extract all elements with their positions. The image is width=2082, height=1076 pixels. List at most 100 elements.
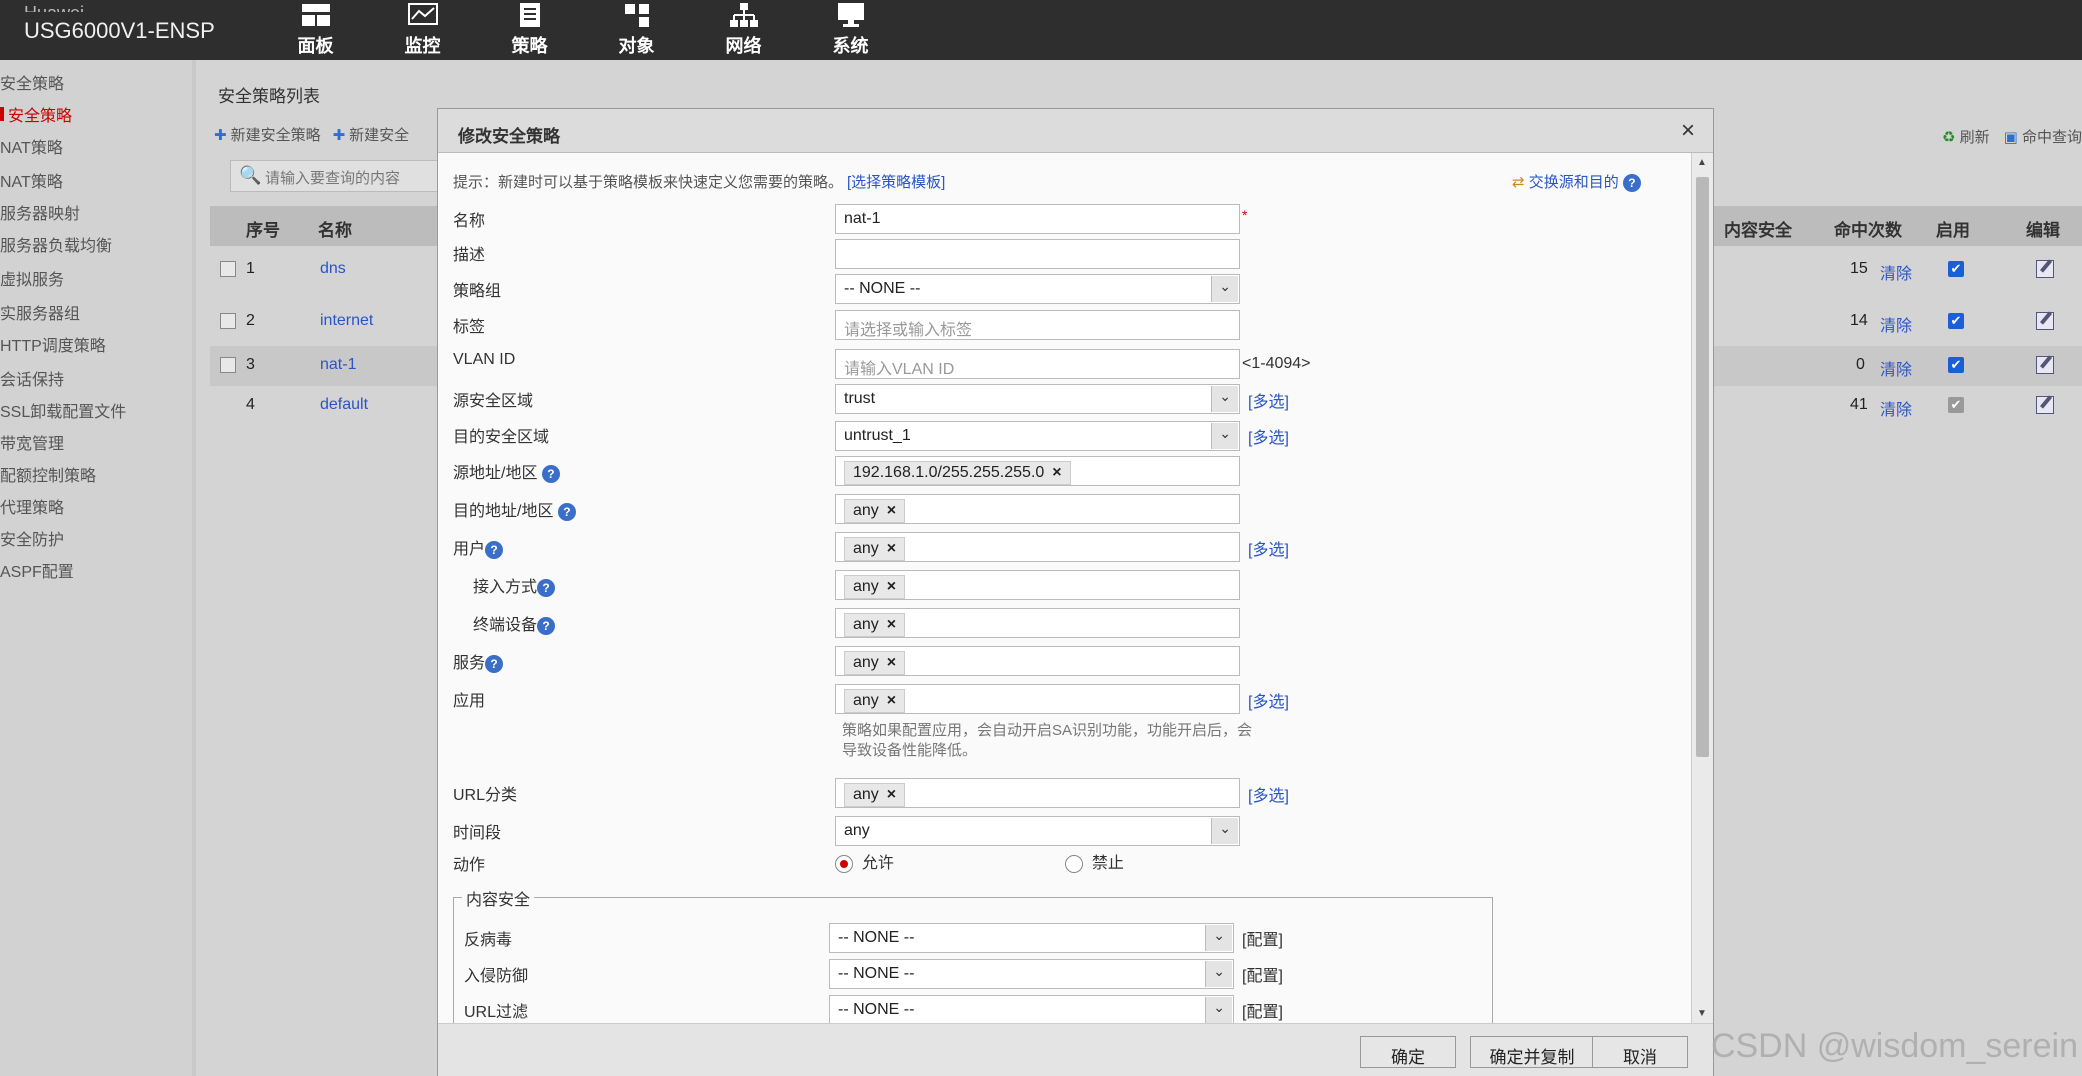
edit-button[interactable] — [2036, 356, 2054, 379]
action-permit-option[interactable]: 允许 — [835, 849, 894, 873]
sidebar-item-server-lb[interactable]: 服务器负载均衡 — [0, 232, 112, 256]
swap-src-dst-link[interactable]: ⇄ 交换源和目的 ? — [1512, 171, 1641, 193]
cancel-button[interactable]: 取消 — [1592, 1036, 1688, 1068]
src-zone-multi-link[interactable]: [多选] — [1248, 388, 1289, 412]
user-multi-link[interactable]: [多选] — [1248, 536, 1289, 560]
new-policy-button[interactable]: ✚ 新建安全策略 — [214, 124, 321, 145]
help-icon[interactable]: ? — [537, 616, 556, 635]
remove-tag-icon[interactable]: × — [887, 502, 896, 519]
edit-button[interactable] — [2036, 312, 2054, 335]
src-address-field[interactable]: 192.168.1.0/255.255.255.0 × — [835, 456, 1240, 486]
remove-tag-icon[interactable]: × — [887, 786, 896, 803]
user-field[interactable]: any × — [835, 532, 1240, 562]
edit-button[interactable] — [2036, 260, 2054, 283]
action-deny-option[interactable]: 禁止 — [1065, 849, 1124, 873]
sidebar-item-security-protection[interactable]: 安全防护 — [0, 526, 64, 550]
hit-query-button[interactable]: ▣ 命中查询 — [2004, 126, 2082, 147]
remove-tag-icon[interactable]: × — [887, 578, 896, 595]
checkbox[interactable] — [220, 312, 236, 329]
enabled-checkbox[interactable]: ✔ — [1948, 356, 1964, 374]
name-field[interactable]: nat-1 — [835, 204, 1240, 234]
nav-object[interactable]: 对象 — [583, 0, 690, 60]
ok-and-copy-button[interactable]: 确定并复制 — [1470, 1036, 1594, 1068]
sidebar-item-aspf[interactable]: ASPF配置 — [0, 558, 74, 582]
dialog-scrollbar[interactable]: ▲ ▼ — [1691, 153, 1713, 1023]
help-icon[interactable]: ? — [485, 654, 504, 673]
remove-tag-icon[interactable]: × — [887, 540, 896, 557]
sidebar-item-quota-policy[interactable]: 配额控制策略 — [0, 462, 96, 486]
url-filter-config-link[interactable]: [配置] — [1242, 998, 1283, 1022]
search-input[interactable]: 🔍 请输入要查询的内容 — [230, 160, 440, 192]
new-policy-group-button[interactable]: ✚ 新建安全 — [333, 124, 410, 145]
checkbox[interactable] — [220, 260, 236, 277]
select-template-link[interactable]: [选择策略模板] — [847, 174, 945, 191]
clear-hits-link[interactable]: 清除 — [1880, 356, 1912, 380]
sidebar-item-virtual-service[interactable]: 虚拟服务 — [0, 266, 64, 290]
vlan-input[interactable]: 请输入VLAN ID — [835, 349, 1240, 379]
clear-hits-link[interactable]: 清除 — [1880, 260, 1912, 284]
row-name-link[interactable]: dns — [320, 260, 346, 278]
remove-tag-icon[interactable]: × — [887, 616, 896, 633]
clear-hits-link[interactable]: 清除 — [1880, 312, 1912, 336]
service-field[interactable]: any × — [835, 646, 1240, 676]
sidebar-item-real-server-group[interactable]: 实服务器组 — [0, 300, 80, 324]
scroll-down-icon[interactable]: ▼ — [1697, 1008, 1707, 1019]
antivirus-select[interactable]: -- NONE -- ⌄ — [829, 923, 1234, 953]
row-name-link[interactable]: internet — [320, 312, 373, 330]
sidebar-item-nat-policy[interactable]: NAT策略 — [0, 168, 63, 192]
sidebar-item-session-persistence[interactable]: 会话保持 — [0, 366, 64, 390]
src-zone-select[interactable]: trust ⌄ — [835, 384, 1240, 414]
close-icon[interactable]: × — [1681, 117, 1695, 145]
remove-tag-icon[interactable]: × — [1052, 464, 1061, 481]
remove-tag-icon[interactable]: × — [887, 654, 896, 671]
enabled-checkbox[interactable]: ✔ — [1948, 260, 1964, 278]
tag-input[interactable]: 请选择或输入标签 — [835, 310, 1240, 340]
scroll-thumb[interactable] — [1696, 177, 1709, 757]
refresh-button[interactable]: ♻ 刷新 — [1942, 126, 1990, 147]
row-checkbox[interactable] — [220, 312, 236, 330]
help-icon[interactable]: ? — [541, 464, 560, 483]
policy-group-select[interactable]: -- NONE -- ⌄ — [835, 274, 1240, 304]
antivirus-config-link[interactable]: [配置] — [1242, 926, 1283, 950]
time-range-select[interactable]: any ⌄ — [835, 816, 1240, 846]
dst-zone-multi-link[interactable]: [多选] — [1248, 424, 1289, 448]
help-icon[interactable]: ? — [557, 502, 576, 521]
nav-monitor[interactable]: 监控 — [369, 0, 476, 60]
scroll-up-icon[interactable]: ▲ — [1697, 157, 1707, 168]
row-name-link[interactable]: default — [320, 396, 368, 414]
help-icon[interactable]: ? — [1622, 174, 1641, 193]
clear-hits-link[interactable]: 清除 — [1880, 396, 1912, 420]
description-field[interactable] — [835, 239, 1240, 269]
url-category-multi-link[interactable]: [多选] — [1248, 782, 1289, 806]
nav-policy[interactable]: 策略 — [476, 0, 583, 60]
edit-button[interactable] — [2036, 396, 2054, 419]
radio-permit[interactable] — [835, 854, 853, 873]
sidebar-item-bandwidth[interactable]: 带宽管理 — [0, 430, 64, 454]
help-icon[interactable]: ? — [537, 578, 556, 597]
ips-select[interactable]: -- NONE -- ⌄ — [829, 959, 1234, 989]
dst-address-field[interactable]: any × — [835, 494, 1240, 524]
sidebar-item-proxy-policy[interactable]: 代理策略 — [0, 494, 64, 518]
enabled-checkbox[interactable]: ✔ — [1948, 312, 1964, 330]
nav-network[interactable]: 网络 — [690, 0, 797, 60]
terminal-device-field[interactable]: any × — [835, 608, 1240, 638]
row-checkbox[interactable] — [220, 260, 236, 278]
row-checkbox[interactable] — [220, 356, 236, 374]
url-category-field[interactable]: any × — [835, 778, 1240, 808]
application-field[interactable]: any × — [835, 684, 1240, 714]
sidebar-item-server-mapping[interactable]: 服务器映射 — [0, 200, 80, 224]
checkbox[interactable] — [220, 356, 236, 373]
row-name-link[interactable]: nat-1 — [320, 356, 356, 374]
dst-zone-select[interactable]: untrust_1 ⌄ — [835, 421, 1240, 451]
ips-config-link[interactable]: [配置] — [1242, 962, 1283, 986]
ok-button[interactable]: 确定 — [1360, 1036, 1456, 1068]
access-method-field[interactable]: any × — [835, 570, 1240, 600]
radio-deny[interactable] — [1065, 854, 1083, 873]
remove-tag-icon[interactable]: × — [887, 692, 896, 709]
sidebar-item-ssl-offload[interactable]: SSL卸载配置文件 — [0, 398, 126, 422]
sidebar-item-security-policy[interactable]: 安全策略 — [0, 102, 72, 126]
sidebar-item-http-scheduling[interactable]: HTTP调度策略 — [0, 332, 106, 356]
url-filter-select[interactable]: -- NONE -- ⌄ — [829, 995, 1234, 1023]
nav-dashboard[interactable]: 面板 — [262, 0, 369, 60]
sidebar-item-nat-policy-group[interactable]: NAT策略 — [0, 134, 63, 158]
